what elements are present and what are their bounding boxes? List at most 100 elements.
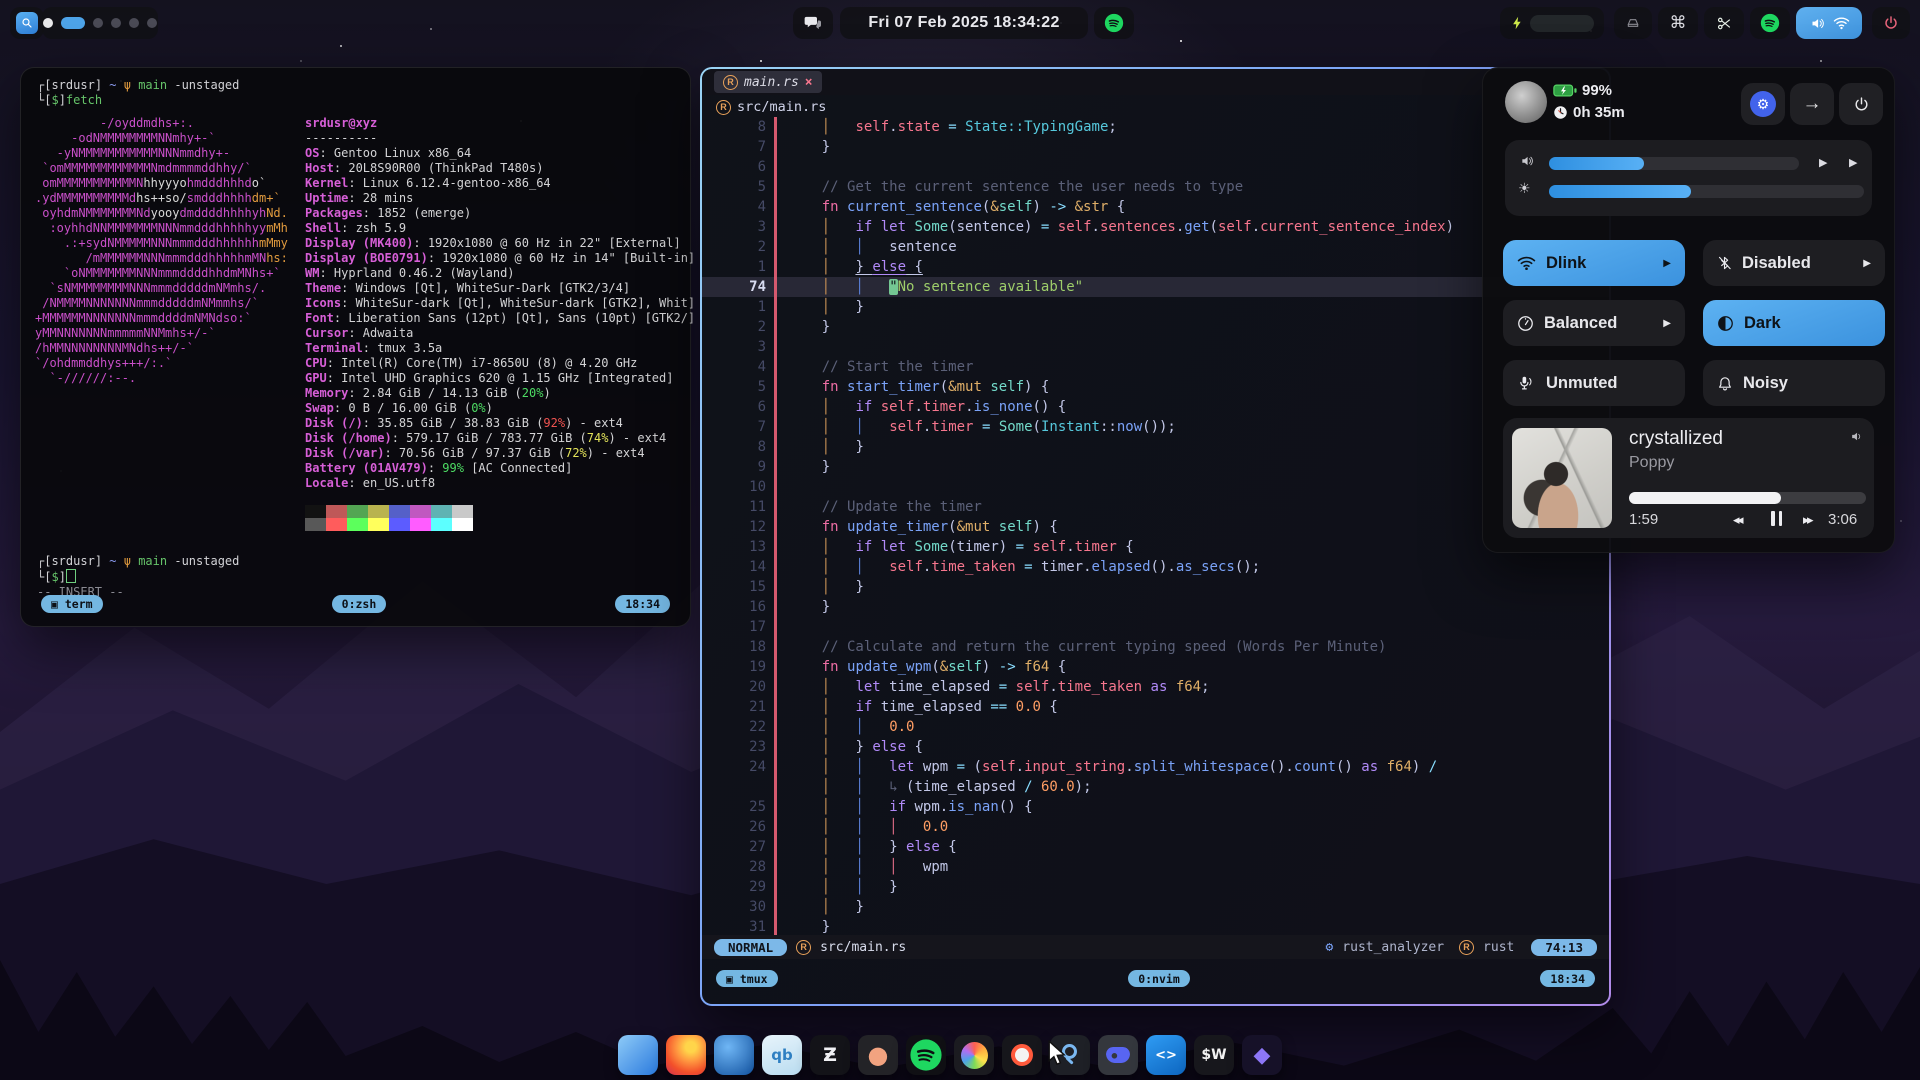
track-progress-bar[interactable] <box>1629 492 1866 504</box>
code-line[interactable]: 4 fn current_sentence(&self) -> &str { <box>702 197 1609 217</box>
clock-widget[interactable]: Fri 07 Feb 2025 18:34:22 <box>840 7 1088 39</box>
code-line[interactable]: 26 │ │ │ 0.0 <box>702 817 1609 837</box>
spotify-tray-button-2[interactable] <box>1750 7 1790 39</box>
code-buffer[interactable]: 8 │ self.state = State::TypingGame;7 }65… <box>702 117 1609 937</box>
workspace-5[interactable] <box>129 18 139 28</box>
logout-button[interactable]: → <box>1790 83 1834 125</box>
code-line[interactable]: 1 │ } <box>702 297 1609 317</box>
code-line[interactable]: │ │ ↳ (time_elapsed / 60.0); <box>702 777 1609 797</box>
tmux-session-tab[interactable]: ▣ tmux <box>716 970 778 987</box>
notifications-button[interactable] <box>793 7 833 39</box>
next-track-icon[interactable]: ▸▸ <box>1803 512 1811 528</box>
code-line[interactable]: 11 // Update the timer <box>702 497 1609 517</box>
workspace-6[interactable] <box>147 18 157 28</box>
code-line[interactable]: 28 │ │ │ wpm <box>702 857 1609 877</box>
code-line[interactable]: 30 │ } <box>702 897 1609 917</box>
settings-button[interactable]: ⚙ <box>1741 83 1785 125</box>
code-line[interactable]: 74 │ │ "No sentence available" <box>702 277 1609 297</box>
dock-spotify[interactable] <box>906 1035 946 1075</box>
code-line[interactable]: 4 // Start the timer <box>702 357 1609 377</box>
editor-tab-main-rs[interactable]: main.rs × <box>714 71 822 93</box>
workspace-2[interactable] <box>61 17 85 29</box>
workspace-4[interactable] <box>111 18 121 28</box>
brightness-slider[interactable] <box>1549 185 1864 198</box>
code-line[interactable]: 22 │ │ 0.0 <box>702 717 1609 737</box>
code-line[interactable]: 8 │ } <box>702 437 1609 457</box>
tmux-window-tab[interactable]: 0:zsh <box>332 595 387 613</box>
code-line[interactable]: 10 <box>702 477 1609 497</box>
power-menu-button[interactable] <box>1839 83 1883 125</box>
dock-qbittorrent[interactable]: qb <box>762 1035 802 1075</box>
code-line[interactable]: 24 │ │ let wpm = (self.input_string.spli… <box>702 757 1609 777</box>
volume-expand-icon[interactable]: ▶ <box>1819 156 1827 169</box>
dock-files[interactable] <box>618 1035 658 1075</box>
dock-thunderbird[interactable] <box>714 1035 754 1075</box>
code-line[interactable]: 15 │ } <box>702 577 1609 597</box>
dock-zen-browser[interactable]: Ƶ <box>810 1035 850 1075</box>
code-line[interactable]: 23 │ } else { <box>702 737 1609 757</box>
code-line[interactable]: 21 │ if time_elapsed == 0.0 { <box>702 697 1609 717</box>
workspace-dots[interactable] <box>43 17 157 29</box>
battery-widget[interactable] <box>1500 7 1604 39</box>
code-line[interactable]: 27 │ │ } else { <box>702 837 1609 857</box>
toggle-unmuted[interactable]: Unmuted <box>1503 360 1685 406</box>
code-line[interactable]: 2 } <box>702 317 1609 337</box>
code-line[interactable]: 6 <box>702 157 1609 177</box>
code-line[interactable]: 25 │ │ if wpm.is_nan() { <box>702 797 1609 817</box>
editor-window[interactable]: main.rs × src/main.rs 8 │ self.state = S… <box>700 67 1611 1006</box>
code-line[interactable]: 6 │ if self.timer.is_none() { <box>702 397 1609 417</box>
toggle-noisy[interactable]: Noisy <box>1703 360 1885 406</box>
code-line[interactable]: 18 // Calculate and return the current t… <box>702 637 1609 657</box>
tmux-window-tab[interactable]: 0:nvim <box>1128 970 1190 987</box>
dock-firefox[interactable] <box>666 1035 706 1075</box>
code-line[interactable]: 17 <box>702 617 1609 637</box>
tmux-session-tab[interactable]: ▣ term <box>41 595 103 613</box>
code-line[interactable]: 13 │ if let Some(timer) = self.timer { <box>702 537 1609 557</box>
code-line[interactable]: 1 │ } else { <box>702 257 1609 277</box>
code-line[interactable]: 3 │ if let Some(sentence) = self.sentenc… <box>702 217 1609 237</box>
shell-prompt-bottom[interactable]: ┌[srdusr] ~ ψ main -unstaged└[$] <box>37 554 239 585</box>
volume-output-icon[interactable]: ▶ <box>1849 156 1857 169</box>
previous-track-icon[interactable]: ◂◂ <box>1733 512 1741 528</box>
code-line[interactable]: 14 │ │ self.time_taken = timer.elapsed()… <box>702 557 1609 577</box>
screenshot-button[interactable] <box>1704 7 1744 39</box>
dock-vscode[interactable]: <> <box>1146 1035 1186 1075</box>
volume-slider[interactable] <box>1549 157 1799 170</box>
launcher-button[interactable] <box>10 7 44 39</box>
toggle-balanced[interactable]: Balanced▶ <box>1503 300 1685 346</box>
code-line[interactable]: 2 │ │ sentence <box>702 237 1609 257</box>
dock-cider[interactable]: ● <box>858 1035 898 1075</box>
dock-photos[interactable] <box>954 1035 994 1075</box>
code-line[interactable]: 9 } <box>702 457 1609 477</box>
code-line[interactable]: 31 } <box>702 917 1609 937</box>
code-line[interactable]: 7 } <box>702 137 1609 157</box>
spotify-tray-button[interactable] <box>1094 7 1134 39</box>
code-line[interactable]: 7 │ │ self.timer = Some(Instant::now()); <box>702 417 1609 437</box>
quick-settings-button[interactable] <box>1796 7 1862 39</box>
dock-discord[interactable] <box>1098 1035 1138 1075</box>
code-line[interactable]: 3 <box>702 337 1609 357</box>
pause-icon[interactable] <box>1771 511 1782 526</box>
toggle-disabled[interactable]: Disabled▶ <box>1703 240 1885 286</box>
workspace-indicator[interactable] <box>42 7 158 39</box>
power-button[interactable] <box>1872 7 1910 39</box>
terminal-window[interactable]: ┌[srdusr] ~ ψ main -unstaged└[$]fetch -/… <box>20 67 691 627</box>
code-line[interactable]: 29 │ │ } <box>702 877 1609 897</box>
toggle-dark[interactable]: Dark <box>1703 300 1885 346</box>
workspace-3[interactable] <box>93 18 103 28</box>
dock-obsidian[interactable]: ◆ <box>1242 1035 1282 1075</box>
avatar[interactable] <box>1505 81 1547 123</box>
tray-eject-button[interactable] <box>1614 7 1652 39</box>
code-line[interactable]: 20 │ let time_elapsed = self.time_taken … <box>702 677 1609 697</box>
code-line[interactable]: 5 fn start_timer(&mut self) { <box>702 377 1609 397</box>
dock-dollar-w[interactable]: $W <box>1194 1035 1234 1075</box>
code-line[interactable]: 5 // Get the current sentence the user n… <box>702 177 1609 197</box>
code-line[interactable]: 8 │ self.state = State::TypingGame; <box>702 117 1609 137</box>
dock-compass-browser[interactable] <box>1002 1035 1042 1075</box>
tab-close-icon[interactable]: × <box>805 75 813 90</box>
code-line[interactable]: 19 fn update_wpm(&self) -> f64 { <box>702 657 1609 677</box>
player-volume-icon[interactable] <box>1849 430 1864 443</box>
code-line[interactable]: 12 fn update_timer(&mut self) { <box>702 517 1609 537</box>
command-button[interactable]: ⌘ <box>1658 7 1698 39</box>
toggle-dlink[interactable]: Dlink▶ <box>1503 240 1685 286</box>
